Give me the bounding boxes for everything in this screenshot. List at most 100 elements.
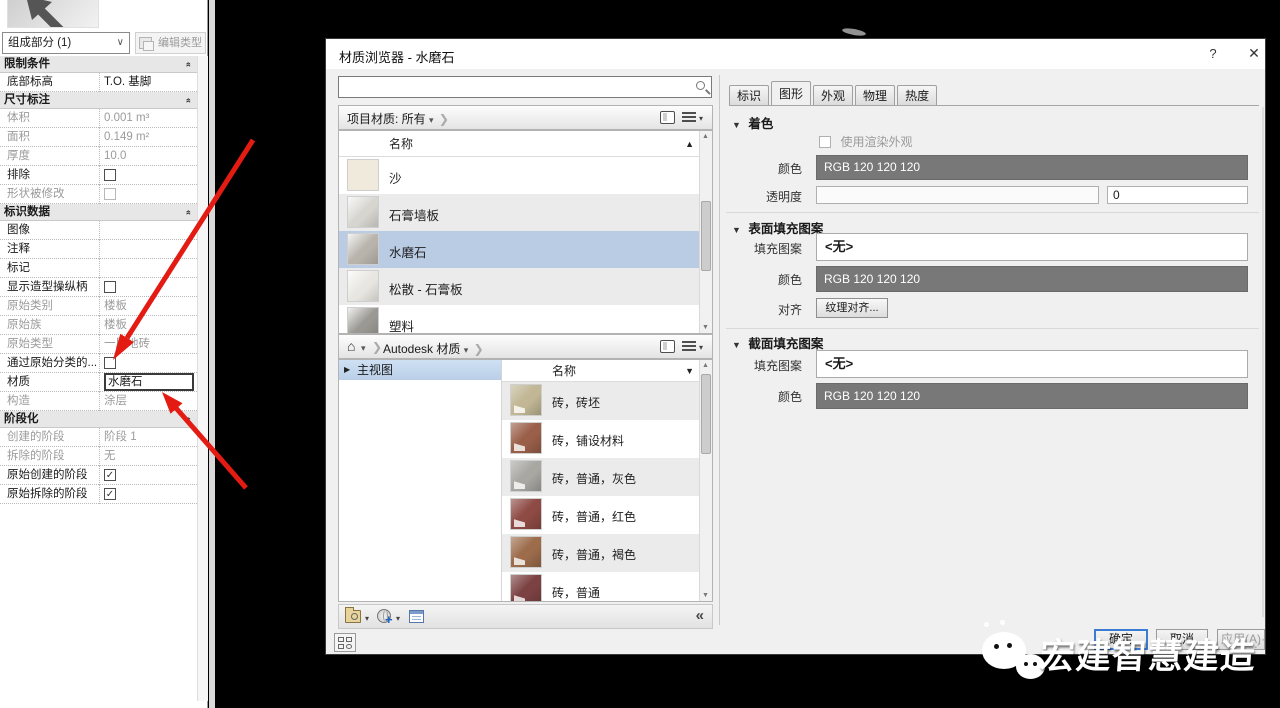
section-header[interactable]: 尺寸标注« <box>0 92 197 109</box>
use-render-appearance-checkbox[interactable] <box>819 136 831 148</box>
dialog-title: 材质浏览器 - 水磨石 <box>339 47 455 66</box>
create-material-caret-icon[interactable]: ▾ <box>396 614 400 623</box>
surface-pattern-section-header[interactable]: ▼ 表面填充图案 <box>732 218 823 237</box>
card-view-icon[interactable] <box>660 111 675 124</box>
list-header[interactable]: 名称 ▲ <box>339 131 712 157</box>
texture-alignment-button[interactable]: 纹理对齐... <box>816 298 888 318</box>
material-list-item[interactable]: 水磨石 <box>339 231 712 268</box>
surface-color-swatch[interactable]: RGB 120 120 120 <box>816 266 1248 292</box>
list-header[interactable]: 名称 ▼ <box>502 360 712 382</box>
search-input[interactable] <box>338 76 712 98</box>
material-list-item[interactable]: 石膏墙板 <box>339 194 712 231</box>
material-thumbnail <box>510 498 542 530</box>
project-filter-label[interactable]: 项目材质: 所有 <box>347 112 426 126</box>
property-value-cell: 楼板 <box>100 316 197 335</box>
type-selector-dropdown[interactable]: 组成部分 (1) ∨ <box>2 32 130 54</box>
collapse-section-icon[interactable]: « <box>184 210 193 215</box>
scroll-down-icon[interactable]: ▼ <box>702 324 709 331</box>
library-caret-icon[interactable]: ▾ <box>464 345 469 355</box>
cut-pattern-box[interactable]: <无> <box>816 350 1248 378</box>
project-materials-header[interactable]: 项目材质: 所有 ▾ ❯ ▾ <box>338 105 713 130</box>
checkbox[interactable] <box>104 281 116 293</box>
tab-热度[interactable]: 热度 <box>897 85 937 105</box>
property-value: 涂层 <box>104 395 127 407</box>
scrollbar-thumb[interactable] <box>701 201 711 271</box>
create-material-globe-icon[interactable] <box>377 609 391 623</box>
property-value-cell: ✓ <box>100 485 197 504</box>
pattern-label: 填充图案 <box>724 240 809 257</box>
material-list-item[interactable]: 塑料 <box>339 305 712 334</box>
surface-pattern-value: <无> <box>825 239 853 254</box>
cut-color-swatch[interactable]: RGB 120 120 120 <box>816 383 1248 409</box>
view-options-caret-icon[interactable]: ▾ <box>699 114 703 123</box>
property-row: 原始类型一层地砖 <box>0 335 197 354</box>
home-icon[interactable]: ⌂ <box>347 338 355 354</box>
view-options-caret-icon[interactable]: ▾ <box>699 343 703 352</box>
collapse-section-icon[interactable]: « <box>184 62 193 67</box>
dialog-titlebar[interactable]: 材质浏览器 - 水磨石 ? ✕ <box>326 39 1265 69</box>
property-row: 形状被修改 <box>0 185 197 204</box>
surface-pattern-box[interactable]: <无> <box>816 233 1248 261</box>
name-column-header[interactable]: 名称 <box>339 137 413 151</box>
material-value[interactable]: 水磨石 <box>104 373 194 391</box>
sort-ascending-icon[interactable]: ▲ <box>685 131 694 157</box>
property-value-cell <box>100 259 197 278</box>
section-header[interactable]: 限制条件« <box>0 56 197 73</box>
material-list-item[interactable]: 沙 <box>339 157 712 194</box>
transparency-slider[interactable] <box>816 186 1099 204</box>
checkbox[interactable]: ✓ <box>104 488 116 500</box>
material-name: 塑料 <box>389 316 414 334</box>
tree-expand-icon[interactable]: ▶ <box>344 360 350 380</box>
close-icon[interactable]: ✕ <box>1244 45 1264 62</box>
folder-menu-caret-icon[interactable]: ▾ <box>365 614 369 623</box>
open-library-folder-icon[interactable] <box>345 610 361 623</box>
collapse-section-icon[interactable]: « <box>184 98 193 103</box>
library-breadcrumb-bar[interactable]: ⌂ ▾ ❯ Autodesk 材质 ▾ ❯ ▾ <box>338 334 713 359</box>
shading-color-swatch[interactable]: RGB 120 120 120 <box>816 155 1248 180</box>
tab-图形[interactable]: 图形 <box>771 81 811 105</box>
cut-pattern-section-header[interactable]: ▼ 截面填充图案 <box>732 333 823 352</box>
transparency-value[interactable]: 0 <box>1107 186 1248 204</box>
name-column-header[interactable]: 名称 <box>502 364 576 378</box>
section-header[interactable]: 阶段化« <box>0 411 197 428</box>
color-label: 颜色 <box>724 160 809 177</box>
collapse-library-icon[interactable]: « <box>696 607 704 624</box>
checkbox[interactable] <box>104 169 116 181</box>
scroll-up-icon[interactable]: ▲ <box>702 133 709 140</box>
properties-scrollbar[interactable] <box>197 56 208 701</box>
collapse-section-icon[interactable]: « <box>184 417 193 422</box>
card-view-icon[interactable] <box>660 340 675 353</box>
tab-标识[interactable]: 标识 <box>729 85 769 105</box>
project-list-scrollbar[interactable]: ▲ ▼ <box>699 131 712 333</box>
material-list-item[interactable]: 砖，普通 <box>502 572 712 602</box>
tab-外观[interactable]: 外观 <box>813 85 853 105</box>
edit-type-button[interactable]: 编辑类型 <box>135 32 206 54</box>
material-list-item[interactable]: 砖，普通，红色 <box>502 496 712 534</box>
home-caret-icon[interactable]: ▾ <box>361 343 366 354</box>
material-list-item[interactable]: 砖，普通，褐色 <box>502 534 712 572</box>
scrollbar-thumb[interactable] <box>701 374 711 454</box>
section-header[interactable]: 标识数据« <box>0 204 197 221</box>
checkbox[interactable]: ✓ <box>104 469 116 481</box>
property-label: 排除 <box>0 166 100 185</box>
tab-物理[interactable]: 物理 <box>855 85 895 105</box>
property-row: 原始类别楼板 <box>0 297 197 316</box>
shading-section-header[interactable]: ▼ 着色 <box>732 113 773 132</box>
asset-browser-button[interactable] <box>334 633 356 652</box>
list-view-icon[interactable] <box>682 341 696 353</box>
checkbox[interactable] <box>104 357 116 369</box>
help-button[interactable]: ? <box>1204 46 1222 61</box>
sort-descending-icon[interactable]: ▼ <box>685 360 694 382</box>
tree-item-home-view[interactable]: ▶ 主视图 <box>339 360 501 380</box>
material-list-item[interactable]: 砖，铺设材料 <box>502 420 712 458</box>
library-list-scrollbar[interactable]: ▲ ▼ <box>699 360 712 601</box>
material-list-item[interactable]: 砖，砖坯 <box>502 382 712 420</box>
material-list-icon[interactable] <box>409 610 424 623</box>
scroll-down-icon[interactable]: ▼ <box>702 592 709 599</box>
material-list-item[interactable]: 松散 - 石膏板 <box>339 268 712 305</box>
list-view-icon[interactable] <box>682 112 696 124</box>
library-breadcrumb-label[interactable]: Autodesk 材质 <box>383 342 460 356</box>
material-list-item[interactable]: 砖，普通，灰色 <box>502 458 712 496</box>
scroll-up-icon[interactable]: ▲ <box>702 362 709 369</box>
panel-splitter[interactable] <box>719 75 720 625</box>
